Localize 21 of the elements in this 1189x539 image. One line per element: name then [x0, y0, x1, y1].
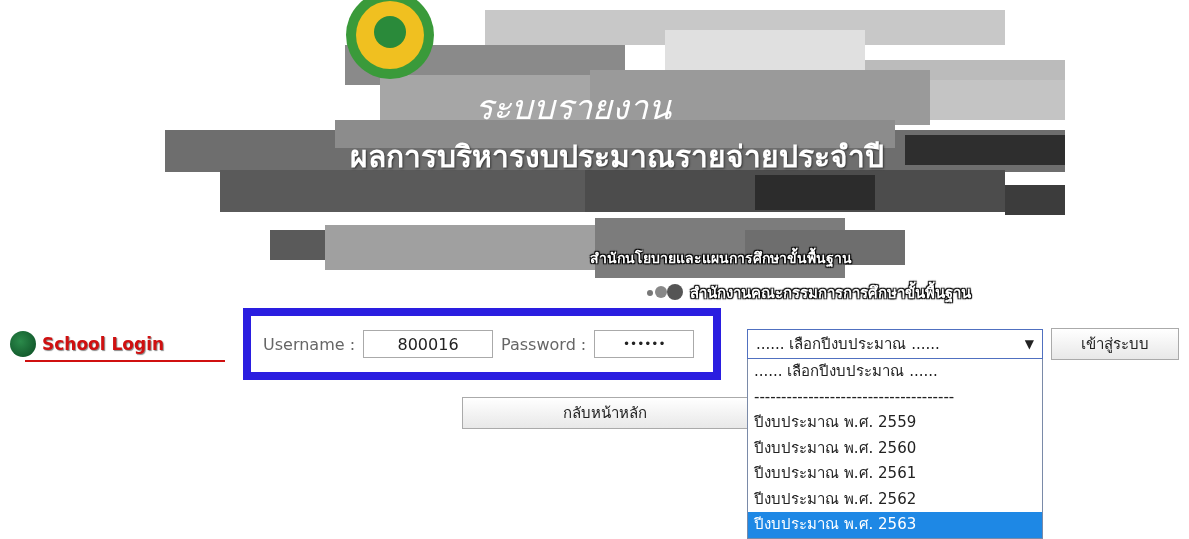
username-label: Username :	[263, 334, 356, 354]
agency-name: สำนักงานคณะกรรมการการศึกษาขั้นพื้นฐาน	[690, 281, 971, 305]
dropdown-option[interactable]: ปีงบประมาณ พ.ศ. 2561	[748, 461, 1042, 487]
banner-title: ระบบรายงาน	[475, 86, 671, 129]
dropdown-option[interactable]: ปีงบประมาณ พ.ศ. 2559	[748, 410, 1042, 436]
dropdown-option[interactable]: -------------------------------------	[748, 384, 1042, 410]
banner-subtitle: ผลการบริหารงบประมาณรายจ่ายประจำปี	[350, 138, 884, 176]
login-button[interactable]: เข้าสู่ระบบ	[1051, 328, 1179, 360]
password-label: Password :	[501, 334, 587, 354]
username-field[interactable]: 800016	[363, 330, 494, 358]
ball-icon	[10, 331, 36, 357]
back-home-button[interactable]: กลับหน้าหลัก	[462, 397, 748, 429]
dropdown-option[interactable]: ปีงบประมาณ พ.ศ. 2562	[748, 486, 1042, 512]
office-name: สำนักนโยบายและแผนการศึกษาขั้นพื้นฐาน	[590, 247, 852, 269]
dots-logo-icon	[645, 284, 685, 300]
password-field[interactable]: ••••••	[594, 330, 695, 358]
fiscal-year-dropdown[interactable]: ...... เลือกปีงบประมาณ ...... ▼	[747, 329, 1043, 359]
dropdown-option[interactable]: ปีงบประมาณ พ.ศ. 2563	[748, 512, 1042, 538]
dropdown-option[interactable]: ปีงบประมาณ พ.ศ. 2560	[748, 435, 1042, 461]
dropdown-option[interactable]: ...... เลือกปีงบประมาณ ......	[748, 359, 1042, 385]
school-login-heading: School Login	[42, 334, 165, 354]
